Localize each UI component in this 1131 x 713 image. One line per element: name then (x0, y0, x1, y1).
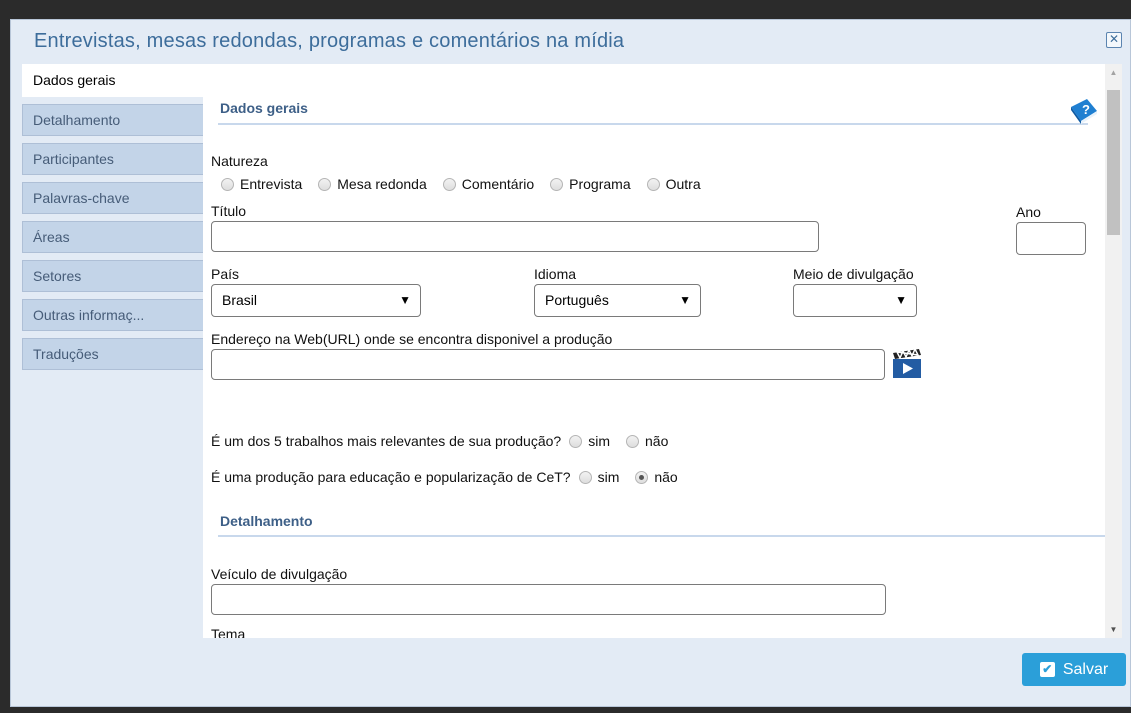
url-input[interactable] (211, 349, 885, 380)
radio-button[interactable] (626, 434, 639, 448)
natureza-option-programa[interactable]: Programa (550, 176, 631, 192)
url-label: Endereço na Web(URL) onde se encontra di… (211, 331, 613, 347)
cet-option-nao[interactable]: não (635, 469, 678, 485)
save-button[interactable]: ✔ Salvar (1022, 653, 1126, 686)
dialog: Entrevistas, mesas redondas, programas e… (10, 19, 1131, 707)
tab-areas[interactable]: Áreas (22, 221, 203, 253)
check-icon: ✔ (1039, 662, 1055, 677)
idioma-select[interactable]: Português ▼ (534, 284, 701, 317)
meio-divulgacao-select[interactable]: ▼ (793, 284, 917, 317)
film-clapper-icon[interactable] (891, 349, 923, 379)
svg-text:?: ? (1082, 102, 1090, 117)
pais-selected-value: Brasil (222, 292, 258, 308)
option-label: não (654, 469, 678, 485)
radio-button[interactable] (550, 177, 564, 191)
form-content: Dados gerais ? Natureza Entrevista Mesa … (203, 64, 1105, 638)
dropdown-arrow-icon: ▼ (679, 293, 691, 307)
section-heading-detalhamento: Detalhamento (220, 513, 313, 529)
natureza-option-entrevista[interactable]: Entrevista (221, 176, 302, 192)
pais-label: País (211, 266, 240, 282)
option-label: Entrevista (240, 176, 303, 192)
tab-dados-gerais[interactable]: Dados gerais (22, 64, 204, 97)
natureza-option-outra[interactable]: Outra (646, 176, 701, 192)
option-label: não (645, 433, 669, 449)
veiculo-label: Veículo de divulgação (211, 566, 348, 582)
natureza-label: Natureza (211, 153, 268, 169)
cet-option-sim[interactable]: sim (578, 469, 620, 485)
radio-button[interactable] (318, 177, 332, 191)
tab-setores[interactable]: Setores (22, 260, 203, 292)
tab-traducoes[interactable]: Traduções (22, 338, 203, 370)
radio-button[interactable] (569, 434, 583, 448)
dialog-title: Entrevistas, mesas redondas, programas e… (34, 30, 625, 52)
option-label: Comentário (461, 176, 535, 192)
pais-select[interactable]: Brasil ▼ (211, 284, 421, 317)
option-label: sim (588, 433, 610, 449)
help-book-icon[interactable]: ? (1069, 97, 1099, 125)
veiculo-input[interactable] (211, 584, 886, 615)
option-label: sim (597, 469, 620, 485)
radio-button-selected[interactable] (635, 470, 649, 484)
relevante-option-nao[interactable]: não (626, 433, 668, 449)
relevante-question-row: É um dos 5 trabalhos mais relevantes de … (211, 433, 684, 449)
option-label: Programa (569, 176, 631, 192)
radio-button[interactable] (221, 177, 234, 191)
radio-button[interactable] (578, 470, 592, 484)
relevante-label: É um dos 5 trabalhos mais relevantes de … (211, 433, 562, 449)
tab-participantes[interactable]: Participantes (22, 143, 203, 175)
radio-button[interactable] (646, 177, 660, 191)
option-label: Mesa redonda (337, 176, 427, 192)
tema-label: Tema (211, 626, 246, 638)
close-icon[interactable]: ✕ (1106, 32, 1122, 48)
tab-outras-informacoes[interactable]: Outras informaç... (22, 299, 203, 331)
save-button-label: Salvar (1062, 660, 1109, 678)
natureza-option-comentario[interactable]: Comentário (442, 176, 535, 192)
section-divider (218, 123, 1088, 125)
titulo-input[interactable] (211, 221, 819, 252)
dropdown-arrow-icon: ▼ (399, 293, 411, 307)
natureza-radio-group: Entrevista Mesa redonda Comentário Progr… (221, 176, 717, 192)
section-heading-dados-gerais: Dados gerais (220, 100, 308, 116)
ano-input[interactable] (1016, 222, 1086, 255)
scroll-down-arrow-icon[interactable]: ▼ (1105, 621, 1122, 638)
dropdown-arrow-icon: ▼ (895, 293, 907, 307)
cet-question-row: É uma produção para educação e populariz… (211, 469, 694, 485)
titulo-label: Título (211, 203, 247, 219)
relevante-option-sim[interactable]: sim (569, 433, 610, 449)
tab-detalhamento[interactable]: Detalhamento (22, 104, 203, 136)
natureza-option-mesa-redonda[interactable]: Mesa redonda (318, 176, 427, 192)
section-divider (218, 535, 1105, 537)
tab-palavras-chave[interactable]: Palavras-chave (22, 182, 203, 214)
scrollbar-thumb[interactable] (1107, 90, 1120, 235)
radio-button[interactable] (442, 177, 456, 191)
meio-divulgacao-label: Meio de divulgação (793, 266, 914, 282)
ano-label: Ano (1016, 204, 1041, 220)
idioma-label: Idioma (534, 266, 577, 282)
option-label: Outra (665, 176, 701, 192)
vertical-scrollbar[interactable]: ▲ ▼ (1105, 64, 1122, 638)
scroll-up-arrow-icon[interactable]: ▲ (1105, 64, 1122, 81)
cet-label: É uma produção para educação e populariz… (211, 469, 571, 485)
idioma-selected-value: Português (545, 292, 609, 308)
tab-list: Dados gerais Detalhamento Participantes … (22, 64, 204, 377)
